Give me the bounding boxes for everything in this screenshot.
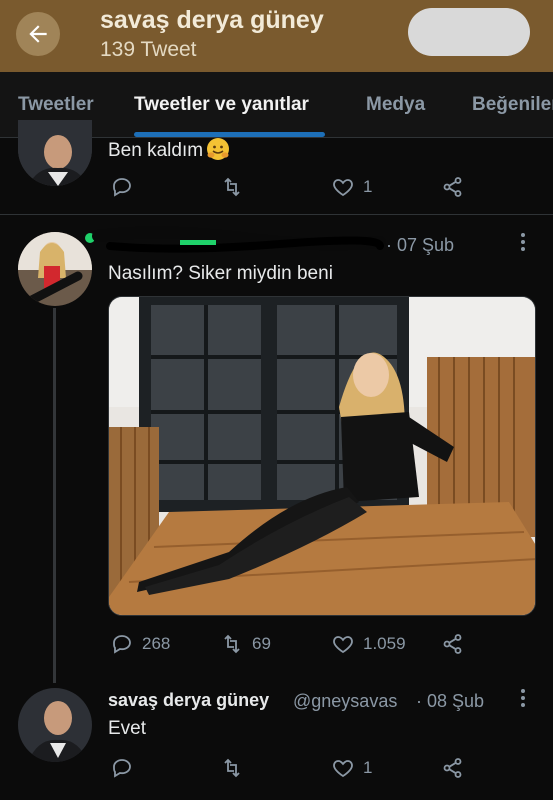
- retweet-button[interactable]: [220, 175, 244, 199]
- back-button[interactable]: [16, 12, 60, 56]
- tweet-divider: [0, 214, 553, 215]
- like-count: 1.059: [363, 634, 406, 653]
- retweet-icon: [224, 634, 240, 654]
- share-icon: [443, 758, 462, 778]
- hugging-face-emoji-icon: [207, 138, 230, 160]
- follow-button[interactable]: [408, 8, 530, 56]
- more-vertical-icon: [521, 233, 525, 251]
- retweet-icon: [224, 177, 240, 197]
- arrow-left-icon: [29, 25, 47, 43]
- like-count: 1: [363, 758, 373, 777]
- heart-icon: [333, 636, 353, 654]
- share-icon: [443, 177, 462, 197]
- avatar[interactable]: [18, 120, 92, 186]
- tweet-text: Ben kaldım: [108, 138, 230, 162]
- avatar[interactable]: [18, 688, 92, 762]
- author-handle[interactable]: @gneysavas: [293, 691, 397, 712]
- tab-likes[interactable]: Beğeniler: [472, 94, 553, 116]
- heart-icon: [333, 179, 353, 197]
- redaction-scribble: [85, 226, 386, 253]
- tweet-text: Evet: [108, 718, 147, 739]
- like-button[interactable]: 1.059: [331, 632, 406, 656]
- reply-icon: [113, 759, 131, 778]
- reply-button[interactable]: [110, 175, 134, 199]
- like-button[interactable]: 1: [331, 175, 372, 199]
- reply-button[interactable]: [110, 756, 134, 780]
- reply-count: 268: [142, 634, 171, 653]
- retweet-icon: [224, 758, 240, 778]
- active-tab-indicator: [134, 132, 325, 137]
- profile-header: savaş derya güney 139 Tweet: [0, 0, 553, 72]
- tweet-text: Nasılım? Siker miydin beni: [108, 263, 333, 284]
- retweet-button[interactable]: 69: [220, 632, 271, 656]
- more-vertical-icon: [521, 689, 525, 707]
- profile-name: savaş derya güney: [100, 6, 324, 34]
- reply-icon: [113, 635, 131, 654]
- heart-icon: [333, 760, 353, 778]
- retweet-count: 69: [252, 634, 271, 653]
- reply-icon: [113, 178, 131, 197]
- tab-tweets[interactable]: Tweetler: [18, 94, 94, 116]
- tweet-count: 139 Tweet: [100, 38, 197, 61]
- share-button[interactable]: [441, 632, 465, 656]
- tab-tweets-and-replies[interactable]: Tweetler ve yanıtlar: [134, 94, 309, 116]
- more-options-button[interactable]: [518, 686, 528, 716]
- retweet-button[interactable]: [220, 756, 244, 780]
- share-button[interactable]: [441, 756, 465, 780]
- reply-button[interactable]: 268: [110, 632, 170, 656]
- tweet-date: · 08 Şub: [416, 691, 485, 711]
- share-icon: [443, 634, 462, 654]
- tweet-photo[interactable]: [108, 296, 536, 616]
- share-button[interactable]: [441, 175, 465, 199]
- tweet-date: · 07 Şub: [386, 235, 455, 255]
- like-button[interactable]: 1: [331, 756, 372, 780]
- thread-line: [53, 308, 56, 683]
- tab-media[interactable]: Medya: [366, 94, 425, 116]
- author-name[interactable]: savaş derya güney: [108, 690, 269, 711]
- more-options-button[interactable]: [518, 230, 528, 260]
- like-count: 1: [363, 177, 373, 196]
